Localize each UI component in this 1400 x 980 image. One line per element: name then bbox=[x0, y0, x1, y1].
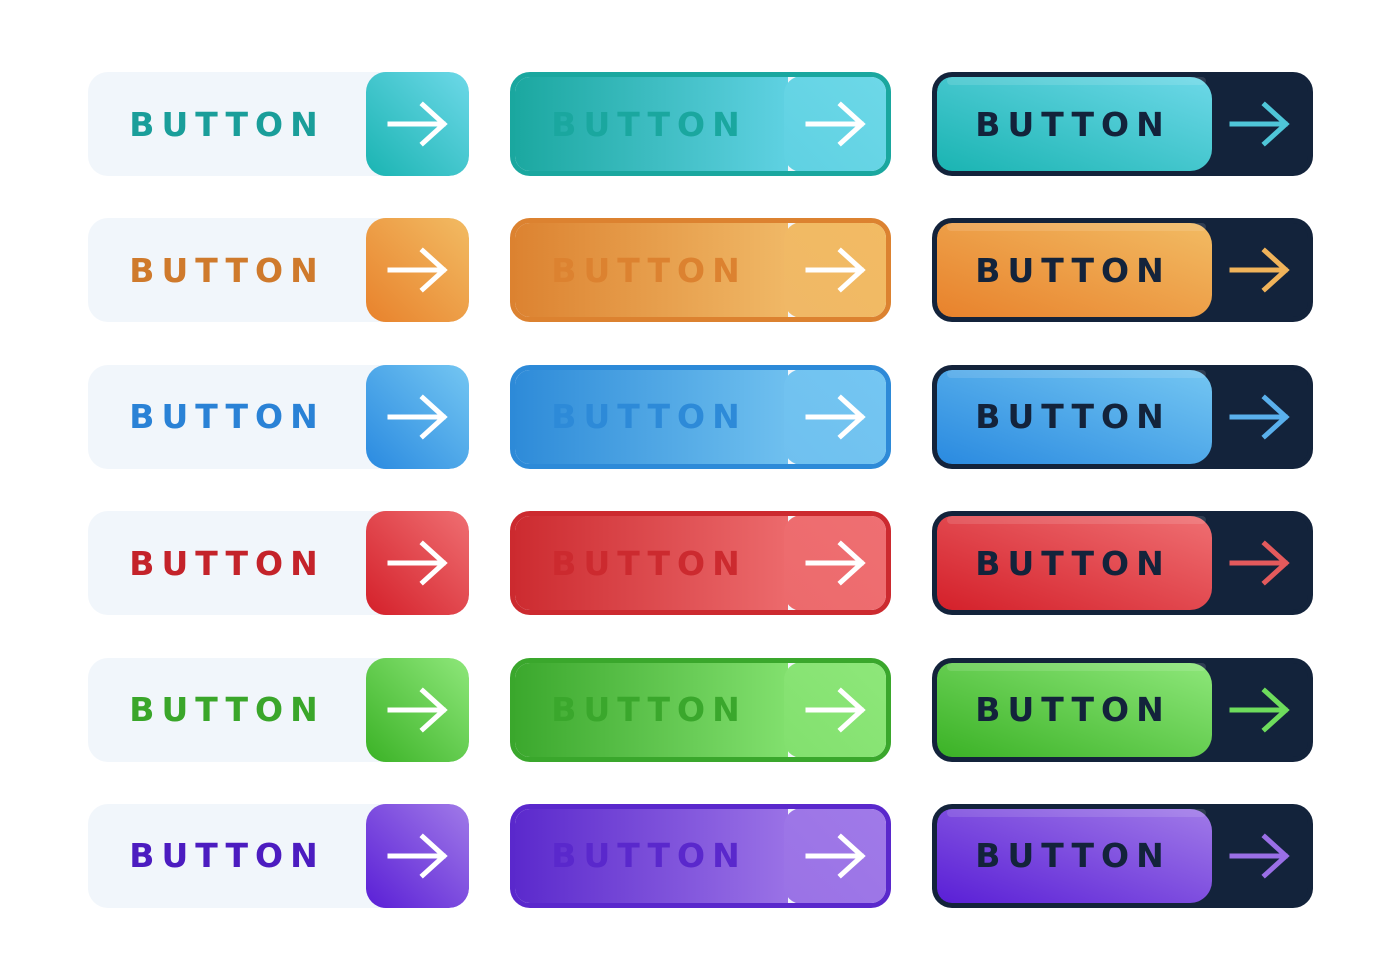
button-red-outlined[interactable]: BUTTON bbox=[510, 511, 891, 616]
arrow-box bbox=[1208, 809, 1308, 903]
button-label: BUTTON bbox=[129, 397, 325, 437]
arrow-box bbox=[784, 369, 886, 464]
button-label: BUTTON bbox=[975, 104, 1171, 144]
button-blue-soft[interactable]: BUTTON bbox=[88, 364, 469, 469]
button-orange-outlined[interactable]: BUTTON bbox=[510, 218, 891, 323]
button-label: BUTTON bbox=[129, 250, 325, 290]
arrow-box bbox=[366, 72, 469, 176]
arrow-right-icon bbox=[387, 833, 448, 879]
arrow-box bbox=[1208, 516, 1308, 610]
arrow-box bbox=[1208, 663, 1308, 757]
arrow-box bbox=[366, 657, 469, 762]
arrow-right-icon bbox=[1229, 101, 1290, 147]
button-label: BUTTON bbox=[515, 223, 788, 318]
arrow-right-icon bbox=[387, 394, 448, 440]
button-purple-outlined[interactable]: BUTTON bbox=[510, 803, 891, 908]
arrow-right-icon bbox=[805, 394, 866, 440]
arrow-box bbox=[1208, 370, 1308, 464]
arrow-box bbox=[1208, 77, 1308, 171]
button-teal-soft[interactable]: BUTTON bbox=[88, 72, 469, 176]
arrow-box bbox=[366, 364, 469, 469]
arrow-box bbox=[784, 662, 886, 757]
button-label: BUTTON bbox=[129, 690, 325, 730]
button-label: BUTTON bbox=[515, 516, 788, 611]
button-green-outlined[interactable]: BUTTON bbox=[510, 657, 891, 762]
button-red-soft[interactable]: BUTTON bbox=[88, 511, 469, 616]
button-green-soft[interactable]: BUTTON bbox=[88, 657, 469, 762]
arrow-box bbox=[784, 808, 886, 903]
button-label: BUTTON bbox=[975, 690, 1171, 730]
arrow-right-icon bbox=[1229, 394, 1290, 440]
button-label: BUTTON bbox=[975, 250, 1171, 290]
arrow-right-icon bbox=[805, 833, 866, 879]
button-blue-outlined[interactable]: BUTTON bbox=[510, 364, 891, 469]
arrow-box bbox=[366, 218, 469, 323]
button-grid: BUTTON BUTTON BUTTON BUTTON BUTTON BUTTO… bbox=[88, 72, 1313, 908]
arrow-box bbox=[784, 516, 886, 611]
button-red-dark[interactable]: BUTTON bbox=[932, 511, 1313, 616]
arrow-right-icon bbox=[805, 540, 866, 586]
button-label: BUTTON bbox=[975, 836, 1171, 876]
button-label: BUTTON bbox=[975, 543, 1171, 583]
button-label: BUTTON bbox=[975, 397, 1171, 437]
button-green-dark[interactable]: BUTTON bbox=[932, 657, 1313, 762]
button-purple-soft[interactable]: BUTTON bbox=[88, 803, 469, 908]
arrow-right-icon bbox=[1229, 833, 1290, 879]
arrow-box bbox=[366, 803, 469, 908]
arrow-right-icon bbox=[1229, 687, 1290, 733]
arrow-box bbox=[784, 223, 886, 318]
button-label: BUTTON bbox=[515, 662, 788, 757]
arrow-box bbox=[366, 511, 469, 616]
button-teal-dark[interactable]: BUTTON bbox=[932, 72, 1313, 176]
button-teal-outlined[interactable]: BUTTON bbox=[510, 72, 891, 176]
arrow-right-icon bbox=[387, 687, 448, 733]
arrow-right-icon bbox=[805, 687, 866, 733]
arrow-right-icon bbox=[387, 101, 448, 147]
arrow-right-icon bbox=[1229, 247, 1290, 293]
arrow-right-icon bbox=[387, 247, 448, 293]
button-purple-dark[interactable]: BUTTON bbox=[932, 803, 1313, 908]
button-label: BUTTON bbox=[515, 808, 788, 903]
arrow-box bbox=[784, 77, 886, 171]
arrow-right-icon bbox=[387, 540, 448, 586]
button-blue-dark[interactable]: BUTTON bbox=[932, 364, 1313, 469]
button-orange-dark[interactable]: BUTTON bbox=[932, 218, 1313, 323]
arrow-right-icon bbox=[805, 247, 866, 293]
button-label: BUTTON bbox=[515, 369, 788, 464]
button-label: BUTTON bbox=[129, 543, 325, 583]
button-orange-soft[interactable]: BUTTON bbox=[88, 218, 469, 323]
button-label: BUTTON bbox=[129, 104, 325, 144]
arrow-right-icon bbox=[1229, 540, 1290, 586]
arrow-right-icon bbox=[805, 101, 866, 147]
button-label: BUTTON bbox=[515, 77, 788, 171]
button-label: BUTTON bbox=[129, 836, 325, 876]
arrow-box bbox=[1208, 223, 1308, 317]
